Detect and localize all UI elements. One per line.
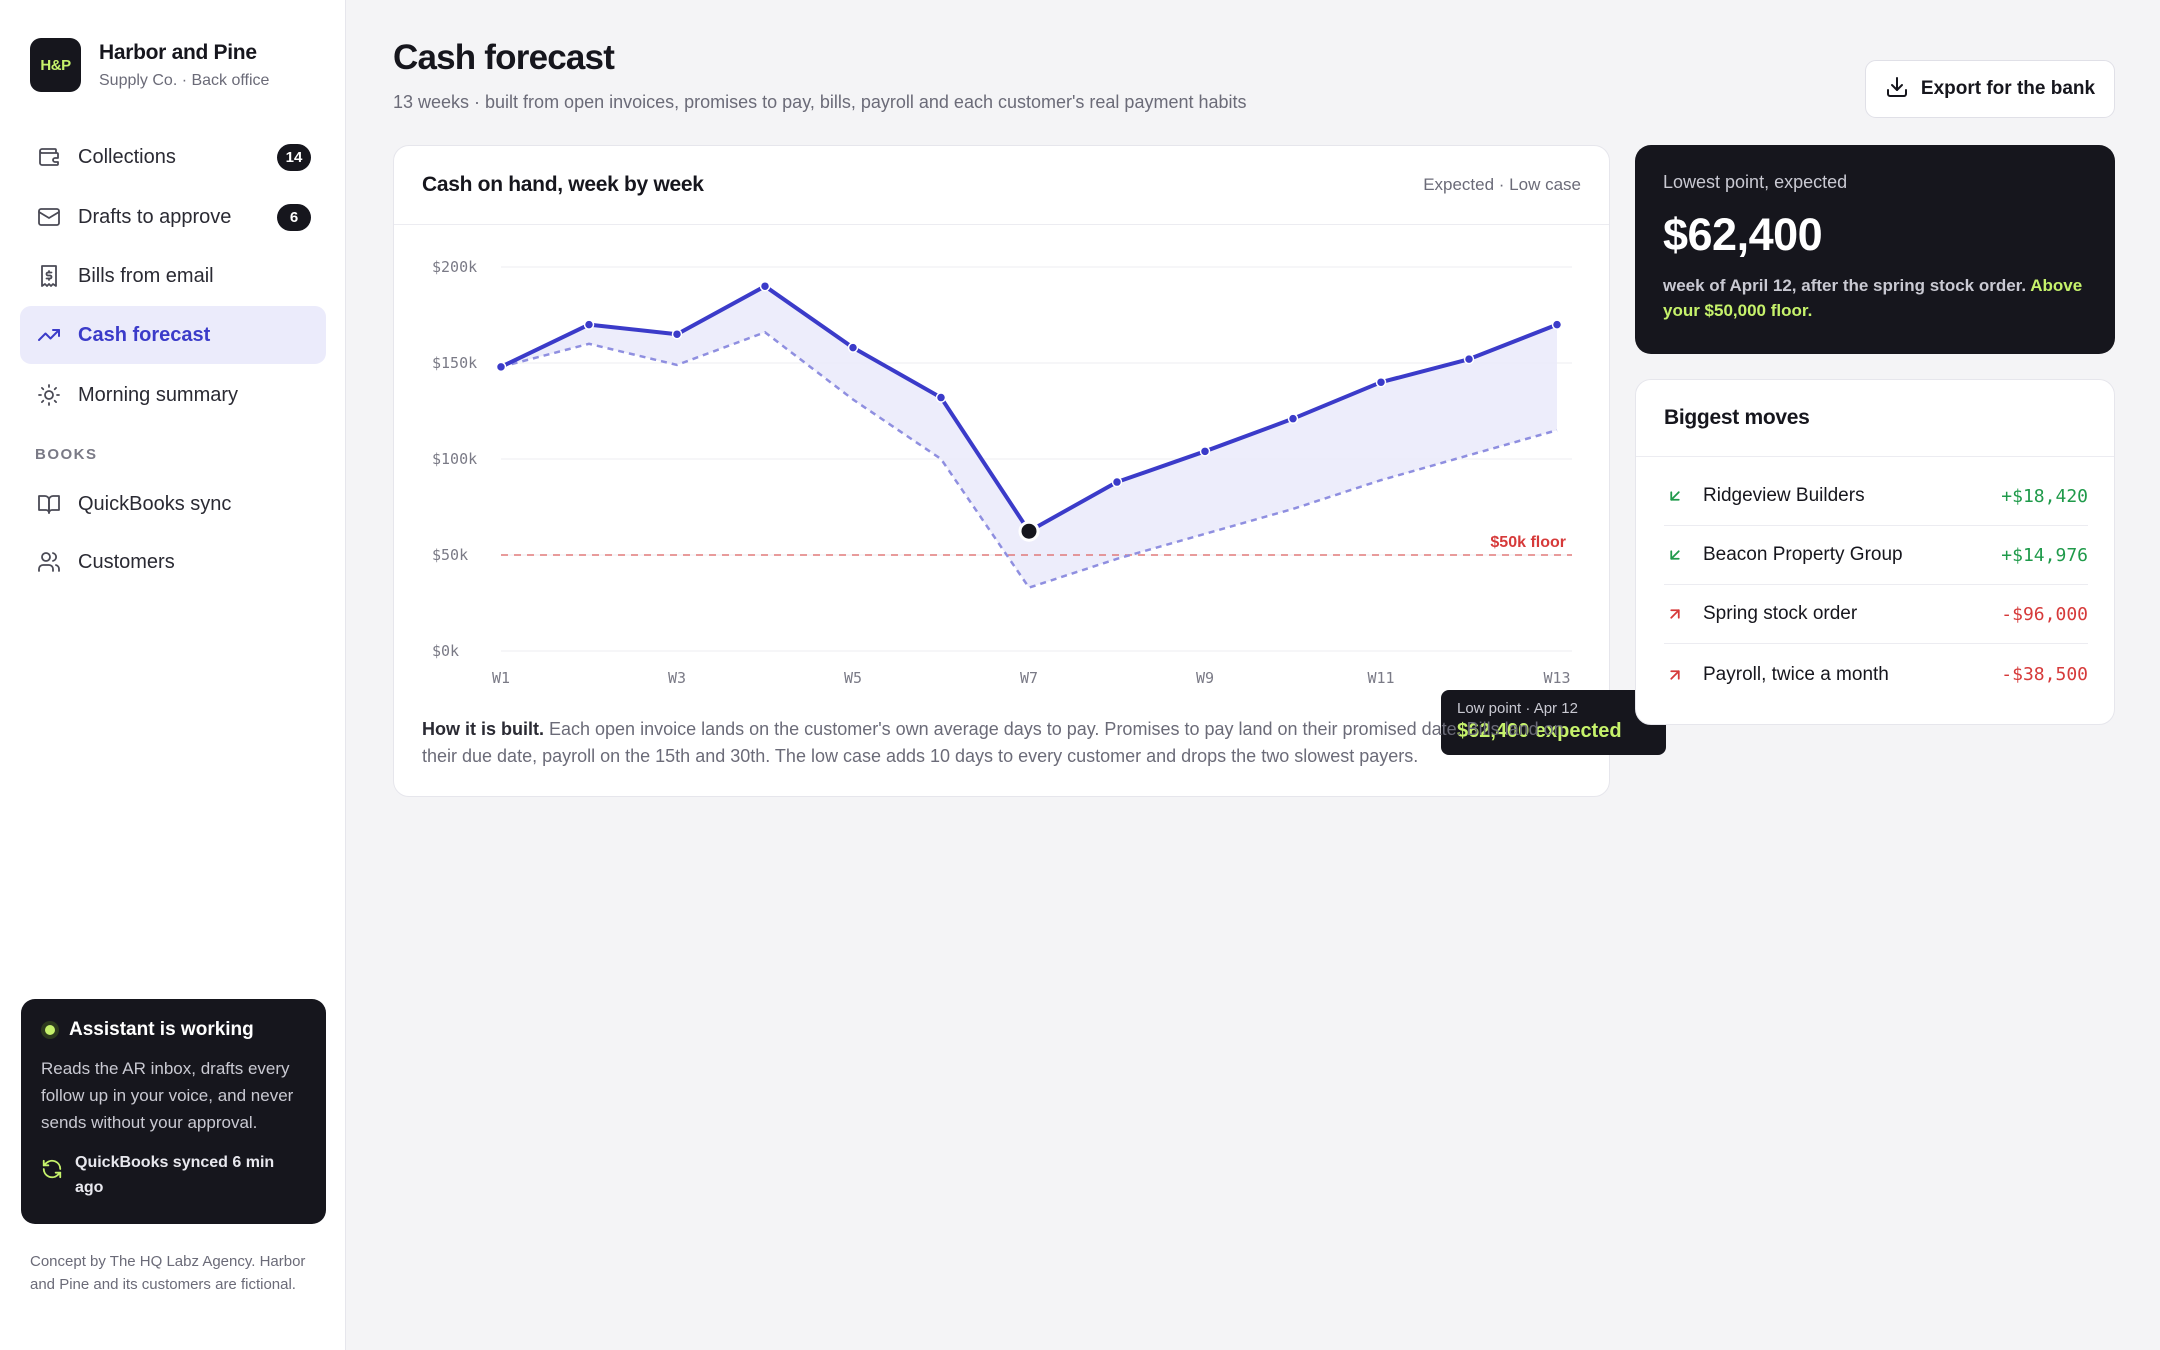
brand-name: Harbor and Pine — [99, 40, 257, 64]
receipt-icon — [36, 263, 62, 289]
credit-note: Concept by The HQ Labz Agency. Harbor an… — [30, 1253, 306, 1293]
brand-logo: H&P — [30, 38, 81, 92]
x-tick-label: W11 — [1367, 669, 1394, 687]
sidebar-item-label: Morning summary — [78, 383, 239, 406]
data-point — [847, 342, 859, 353]
brand[interactable]: H&P Harbor and Pine Supply Co. · Back of… — [30, 38, 269, 92]
sidebar-item-quickbooks-sync[interactable]: QuickBooks sync — [20, 475, 326, 533]
x-tick-label: W1 — [492, 669, 510, 687]
data-point — [1463, 353, 1475, 365]
x-tick-label: W9 — [1196, 669, 1214, 687]
x-tick-label: W7 — [1020, 669, 1038, 687]
move-amount: -$38,500 — [2001, 664, 2088, 685]
data-point — [671, 328, 683, 340]
count-badge: 6 — [277, 204, 311, 231]
y-tick-label: $50k — [432, 546, 468, 564]
list-item[interactable]: Payroll, twice a month -$38,500 — [1664, 645, 2088, 704]
list-item[interactable]: Spring stock order -$96,000 — [1664, 585, 2088, 644]
move-amount: -$96,000 — [2001, 603, 2088, 625]
y-tick-label: $200k — [432, 258, 477, 276]
trend-icon — [36, 322, 62, 348]
export-button-label: Export for the bank — [1920, 78, 2096, 99]
page-subtitle: 13 weeks · built from open invoices, pro… — [393, 92, 1247, 112]
sun-icon — [36, 382, 62, 408]
users-icon — [36, 549, 62, 575]
x-tick-label: W5 — [844, 669, 862, 687]
data-point — [1375, 376, 1387, 388]
lowest-note: week of April 12, after the spring stock… — [1663, 273, 2087, 323]
move-name: Ridgeview Builders — [1703, 485, 1865, 506]
y-tick-label: $100k — [432, 450, 477, 468]
biggest-moves-card: Biggest moves Ridgeview Builders +$18,42… — [1635, 379, 2115, 725]
sidebar-item-cash-forecast[interactable]: Cash forecast — [20, 306, 326, 364]
move-name: Beacon Property Group — [1703, 544, 1903, 565]
status-dot-icon — [41, 1021, 59, 1039]
lowest-note-text: week of April 12, after the spring stock… — [1663, 276, 2027, 295]
data-point — [1551, 319, 1563, 330]
data-point — [1111, 476, 1123, 488]
sidebar-item-customers[interactable]: Customers — [20, 533, 326, 591]
lowest-label: Lowest point, expected — [1663, 172, 1848, 192]
cash-chart[interactable]: $0k $50k $100k $150k $200k W1 W3 W5 W7 W9 W11 W13 $5… — [394, 226, 1611, 706]
book-icon — [36, 491, 62, 517]
sidebar-item-bills[interactable]: Bills from email — [20, 247, 326, 305]
arrow-down-left-icon — [1664, 544, 1686, 566]
list-item[interactable]: Beacon Property Group +$14,976 — [1664, 526, 2088, 585]
chart-note-text: Each open invoice lands on the customer'… — [422, 719, 1564, 766]
cash-chart-card: Cash on hand, week by week Expected · Lo… — [393, 145, 1666, 797]
sidebar: H&P Harbor and Pine Supply Co. · Back of… — [0, 0, 346, 1350]
wallet-icon — [36, 144, 62, 170]
arrow-up-right-icon — [1664, 664, 1686, 686]
data-point — [935, 392, 947, 403]
data-point — [495, 361, 507, 373]
arrow-down-left-icon — [1664, 485, 1686, 507]
move-name: Spring stock order — [1703, 603, 1858, 624]
nav-section-books: BOOKS — [35, 446, 98, 463]
data-point — [583, 319, 595, 330]
move-amount: +$14,976 — [2001, 544, 2088, 566]
y-tick-label: $0k — [432, 642, 459, 660]
data-point — [1287, 413, 1299, 424]
chart-title: Cash on hand, week by week — [422, 173, 704, 196]
sidebar-item-collections[interactable]: Collections 14 — [20, 128, 326, 186]
move-name: Payroll, twice a month — [1703, 663, 1889, 685]
x-tick-label: W3 — [668, 669, 686, 687]
chart-note: How it is built. Each open invoice lands… — [422, 716, 1582, 770]
sidebar-item-label: Cash forecast — [78, 323, 211, 346]
sidebar-item-label: Bills from email — [78, 264, 214, 287]
page-title: Cash forecast — [393, 38, 615, 77]
brand-subtitle: Supply Co. · Back office — [99, 71, 270, 89]
data-point — [759, 280, 771, 292]
mail-icon — [36, 204, 62, 230]
assistant-description: Reads the AR inbox, drafts every follow … — [41, 1059, 294, 1132]
y-tick-label: $150k — [432, 354, 477, 372]
assistant-status-card: Assistant is working Reads the AR inbox,… — [21, 999, 326, 1224]
list-item[interactable]: Ridgeview Builders +$18,420 — [1664, 467, 2088, 526]
chart-legend: Expected · Low case — [1423, 175, 1581, 194]
move-amount: +$18,420 — [2001, 485, 2088, 507]
moves-title: Biggest moves — [1636, 380, 2114, 457]
data-point — [1199, 446, 1211, 457]
chart-note-bold: How it is built. — [422, 719, 544, 739]
lowest-point-card: Lowest point, expected $62,400 week of A… — [1635, 145, 2115, 354]
export-button[interactable]: Export for the bank — [1865, 60, 2115, 118]
download-icon — [1885, 75, 1909, 104]
low-point-marker — [1018, 520, 1040, 542]
sidebar-item-label: Customers — [78, 550, 175, 573]
sync-status: QuickBooks synced 6 min ago — [75, 1154, 275, 1196]
tooltip-label: Low point · Apr 12 — [1457, 700, 1578, 717]
sidebar-item-drafts[interactable]: Drafts to approve 6 — [20, 188, 326, 246]
sidebar-item-label: Collections — [78, 145, 176, 168]
refresh-icon — [41, 1158, 63, 1180]
assistant-title: Assistant is working — [69, 1019, 254, 1040]
sidebar-item-label: Drafts to approve — [78, 205, 232, 228]
sidebar-item-morning-summary[interactable]: Morning summary — [20, 366, 326, 424]
sidebar-item-label: QuickBooks sync — [78, 492, 232, 515]
floor-label: $50k floor — [1490, 534, 1566, 551]
arrow-up-right-icon — [1664, 603, 1686, 625]
lowest-value: $62,400 — [1663, 209, 1823, 260]
x-tick-label: W13 — [1543, 669, 1570, 687]
count-badge: 14 — [277, 144, 311, 171]
